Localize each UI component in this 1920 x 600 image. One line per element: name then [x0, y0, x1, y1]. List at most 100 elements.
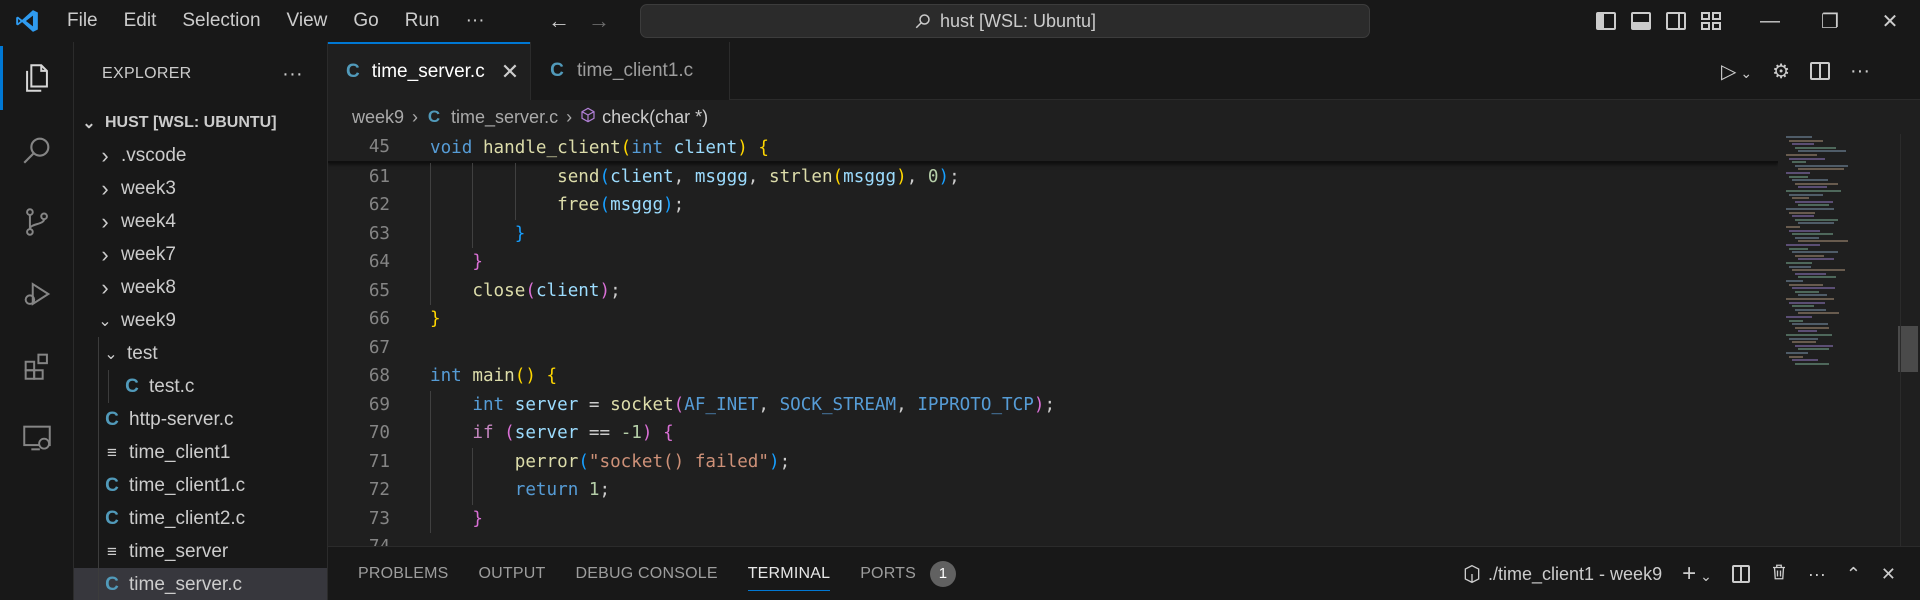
file-item[interactable]: ≡ time_client1	[74, 436, 327, 469]
folder-item[interactable]: › week4	[74, 205, 327, 238]
menu-edit[interactable]: Edit	[111, 0, 170, 42]
tab-ports[interactable]: PORTS 1	[860, 547, 957, 600]
close-tab-icon[interactable]: ✕	[501, 59, 519, 85]
vertical-scrollbar[interactable]	[1900, 134, 1920, 546]
file-item[interactable]: Ctime_server.c	[74, 568, 327, 600]
menu-view[interactable]: View	[274, 0, 341, 42]
sticky-scroll-line[interactable]: 45 void handle_client(int client) {	[328, 134, 1778, 163]
tab-debug-console[interactable]: DEBUG CONSOLE	[576, 547, 718, 600]
minimap-line	[1789, 139, 1823, 142]
source-control-icon[interactable]	[0, 186, 74, 258]
chevron-right-icon: ›	[101, 241, 109, 267]
close-window-button[interactable]: ✕	[1860, 0, 1920, 42]
breadcrumb-file[interactable]: time_server.c	[451, 107, 558, 128]
tab-time-client1-c[interactable]: C time_client1.c	[530, 42, 730, 100]
tab-terminal[interactable]: TERMINAL	[747, 547, 831, 600]
search-icon[interactable]	[0, 114, 74, 186]
menu-run[interactable]: Run	[392, 0, 453, 42]
minimize-button[interactable]: —	[1740, 0, 1800, 42]
toggle-secondary-sidebar-icon[interactable]	[1666, 12, 1686, 30]
minimap-line	[1798, 222, 1834, 225]
toggle-panel-icon[interactable]	[1631, 12, 1651, 30]
customize-layout-icon[interactable]	[1701, 12, 1721, 30]
minimap-line	[1786, 280, 1803, 282]
tree-item-label: time_client2.c	[129, 507, 246, 529]
file-tree: › .vscode › week3 › week4 › week7 › week8 ⌄ week9 ⌄ t…	[74, 139, 327, 600]
folder-item[interactable]: › week7	[74, 238, 327, 271]
code-line[interactable]: 71 perror("socket() failed");	[328, 447, 1778, 476]
code-editor[interactable]: 45 void handle_client(int client) { 61 s…	[328, 134, 1778, 546]
code-line[interactable]: 70 if (server == -1) {	[328, 419, 1778, 448]
code-line[interactable]: 65 close(client);	[328, 276, 1778, 305]
tab-problems[interactable]: PROBLEMS	[358, 547, 449, 600]
run-file-icon[interactable]: ▷ ⌄	[1721, 59, 1752, 84]
minimap-line	[1786, 316, 1813, 318]
symbol-method-icon	[580, 107, 596, 128]
breadcrumb-folder[interactable]: week9	[352, 107, 404, 128]
code-line[interactable]: 73 }	[328, 504, 1778, 533]
file-item[interactable]: Ctest.c	[74, 370, 327, 403]
minimap-line	[1792, 323, 1828, 326]
menu-selection[interactable]: Selection	[169, 0, 273, 42]
tab-time-server-c[interactable]: C time_server.c ✕	[328, 42, 530, 100]
code-text: }	[472, 252, 483, 272]
close-panel-icon[interactable]: ✕	[1881, 564, 1896, 585]
maximize-panel-icon[interactable]: ⌃	[1846, 564, 1861, 585]
new-terminal-icon[interactable]: + ⌄	[1682, 560, 1712, 588]
explorer-icon[interactable]	[0, 42, 74, 114]
tab-output[interactable]: OUTPUT	[479, 547, 546, 600]
code-line[interactable]: 66}	[328, 305, 1778, 334]
indent-guide	[98, 535, 99, 568]
file-item[interactable]: Ctime_client2.c	[74, 502, 327, 535]
code-line[interactable]: 62 free(msggg);	[328, 191, 1778, 220]
code-line[interactable]: 74	[328, 533, 1778, 546]
folder-item[interactable]: ⌄ test	[74, 337, 327, 370]
file-item[interactable]: Ctime_client1.c	[74, 469, 327, 502]
trash-icon[interactable]	[1770, 562, 1788, 587]
extensions-icon[interactable]	[0, 330, 74, 402]
minimap[interactable]	[1778, 134, 1920, 546]
gear-icon[interactable]: ⚙	[1772, 59, 1790, 84]
file-item[interactable]: Chttp-server.c	[74, 403, 327, 436]
menu-more[interactable]: ···	[453, 0, 498, 42]
split-terminal-icon[interactable]	[1731, 565, 1750, 583]
explorer-more-actions-icon[interactable]: ···	[282, 63, 303, 86]
run-debug-icon[interactable]	[0, 258, 74, 330]
maximize-button[interactable]: ❐	[1800, 0, 1860, 42]
code-line[interactable]: 64 }	[328, 248, 1778, 277]
menu-go[interactable]: Go	[340, 0, 391, 42]
code-text: free(msggg);	[557, 195, 685, 215]
command-center-search[interactable]: hust [WSL: Ubuntu]	[640, 4, 1370, 38]
tree-item-label: week4	[121, 210, 176, 232]
folder-item[interactable]: › week3	[74, 172, 327, 205]
split-editor-icon[interactable]	[1810, 62, 1831, 80]
code-line[interactable]: 68 int main() {	[328, 362, 1778, 391]
code-line[interactable]: 69 int server = socket(AF_INET, SOCK_STR…	[328, 390, 1778, 419]
minimap-line	[1795, 290, 1819, 293]
code-line[interactable]: 72 return 1;	[328, 476, 1778, 505]
line-number: 66	[368, 309, 390, 330]
menu-file[interactable]: File	[54, 0, 111, 42]
minimap-line	[1789, 247, 1809, 250]
terminal-selector[interactable]: ./time_client1 - week9	[1462, 564, 1662, 585]
toggle-primary-sidebar-icon[interactable]	[1596, 12, 1616, 30]
remote-explorer-icon[interactable]	[0, 402, 74, 474]
more-actions-icon[interactable]: ···	[1808, 564, 1826, 585]
folder-item[interactable]: › .vscode	[74, 139, 327, 172]
back-arrow-icon[interactable]: ←	[548, 8, 570, 34]
code-line[interactable]: 63 }	[328, 219, 1778, 248]
folder-item[interactable]: › week8	[74, 271, 327, 304]
minimap-line	[1795, 362, 1829, 365]
folder-item[interactable]: ⌄ week9	[74, 304, 327, 337]
minimap-line	[1786, 208, 1834, 210]
file-item[interactable]: ≡ time_server	[74, 535, 327, 568]
command-center-label: hust [WSL: Ubuntu]	[939, 10, 1097, 31]
minimap-line	[1792, 161, 1807, 164]
code-line[interactable]: 61 send(client, msggg, strlen(msggg), 0)…	[328, 162, 1778, 191]
workspace-root[interactable]: ⌄ HUST [WSL: UBUNTU]	[74, 106, 327, 139]
more-actions-icon[interactable]: ···	[1850, 60, 1870, 83]
forward-arrow-icon[interactable]: →	[588, 8, 610, 34]
breadcrumb-symbol[interactable]: check(char *)	[602, 107, 708, 128]
code-line[interactable]: 67	[328, 334, 1778, 363]
minimap-line	[1789, 229, 1821, 232]
